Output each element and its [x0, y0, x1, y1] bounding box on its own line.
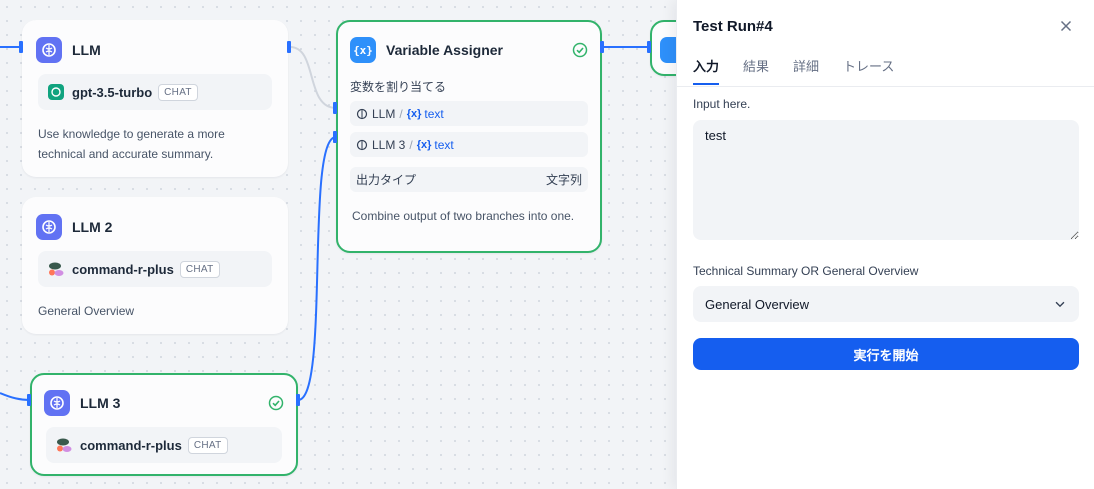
- edge-llm-to-assigner: [289, 46, 337, 109]
- llm-brain-icon: [356, 139, 368, 150]
- assigned-variable-row[interactable]: LLM 3 / {x} text: [350, 132, 588, 157]
- path-separator: /: [399, 106, 403, 121]
- node-description: General Overview: [38, 304, 135, 318]
- next-target-handle[interactable]: [647, 41, 651, 53]
- node-llm[interactable]: LLM gpt-3.5-turbo CHAT Use knowledge to …: [22, 20, 288, 177]
- model-mode-tag: CHAT: [179, 260, 220, 278]
- variable-name: text: [434, 137, 454, 152]
- input-field-label: Input here.: [693, 97, 751, 111]
- panel-title: Test Run#4: [693, 18, 773, 35]
- llm3-target-handle[interactable]: [27, 394, 31, 406]
- node-llm-3[interactable]: LLM 3 command-r-plus CHAT: [30, 373, 298, 476]
- llm-target-handle[interactable]: [19, 41, 23, 53]
- llm-brain-icon: [36, 37, 62, 63]
- assign-variables-label: 変数を割り当てる: [350, 80, 447, 94]
- output-type-label: 出力タイプ: [356, 173, 417, 187]
- close-icon[interactable]: [1058, 18, 1074, 34]
- llm-brain-icon: [356, 108, 368, 119]
- node-title: LLM: [72, 42, 101, 58]
- select-value: General Overview: [705, 296, 810, 312]
- llm-brain-icon: [36, 214, 62, 240]
- model-mode-tag: CHAT: [187, 436, 228, 454]
- output-type-row: 出力タイプ 文字列: [350, 167, 588, 192]
- variable-icon: {x}: [416, 138, 432, 151]
- model-mode-tag: CHAT: [158, 83, 198, 101]
- tab-trace[interactable]: トレース: [843, 56, 894, 85]
- output-type-value: 文字列: [545, 173, 582, 187]
- llm-source-handle[interactable]: [287, 41, 291, 53]
- test-run-panel: Test Run#4 入力 結果 詳細 トレース Input here. Tec…: [676, 0, 1094, 489]
- tabs-divider: [677, 86, 1094, 87]
- variable-name: text: [424, 106, 444, 121]
- node-title: Variable Assigner: [386, 42, 503, 58]
- edge-into-llm3: [0, 392, 31, 401]
- model-name: command-r-plus: [80, 437, 182, 453]
- tab-input[interactable]: 入力: [693, 56, 720, 85]
- model-selector[interactable]: command-r-plus CHAT: [46, 427, 282, 463]
- assigner-source-handle[interactable]: [600, 41, 604, 53]
- panel-tabs: 入力 結果 詳細 トレース: [693, 56, 894, 85]
- source-node-name: LLM 3: [372, 137, 406, 152]
- edge-llm3-to-assigner: [297, 136, 337, 401]
- node-description: Combine output of two branches into one.: [352, 209, 575, 223]
- tab-result[interactable]: 結果: [743, 56, 769, 85]
- node-variable-assigner[interactable]: {x} Variable Assigner 変数を割り当てる LLM / {x}…: [336, 20, 602, 253]
- option-select[interactable]: General Overview: [693, 286, 1079, 322]
- tab-detail[interactable]: 詳細: [793, 56, 819, 85]
- model-name: gpt-3.5-turbo: [72, 84, 153, 100]
- model-name: command-r-plus: [72, 261, 174, 277]
- source-node-name: LLM: [372, 106, 396, 121]
- node-title: LLM 2: [72, 219, 113, 235]
- success-check-icon: [268, 395, 284, 411]
- node-llm-2[interactable]: LLM 2 command-r-plus CHAT General Overvi…: [22, 197, 288, 334]
- path-separator: /: [409, 137, 413, 152]
- input-textarea[interactable]: [693, 120, 1079, 240]
- cohere-logo-icon: [57, 438, 72, 452]
- variable-icon: {x}: [350, 37, 376, 63]
- llm3-source-handle[interactable]: [296, 394, 300, 406]
- assigner-target-handle-2[interactable]: [333, 131, 337, 143]
- select-field-label: Technical Summary OR General Overview: [693, 264, 919, 278]
- run-button[interactable]: 実行を開始: [693, 338, 1079, 370]
- success-check-icon: [572, 42, 588, 58]
- cohere-logo-icon: [49, 262, 64, 276]
- llm-brain-icon: [44, 390, 70, 416]
- assigned-variable-row[interactable]: LLM / {x} text: [350, 101, 588, 126]
- node-description: Use knowledge to generate a more technic…: [38, 127, 225, 161]
- model-selector[interactable]: command-r-plus CHAT: [38, 251, 272, 287]
- assigner-target-handle-1[interactable]: [333, 102, 337, 114]
- model-selector[interactable]: gpt-3.5-turbo CHAT: [38, 74, 272, 110]
- variable-icon: {x}: [406, 107, 422, 120]
- chevron-down-icon: [1055, 301, 1065, 308]
- node-title: LLM 3: [80, 395, 121, 411]
- openai-logo-icon: [48, 84, 64, 100]
